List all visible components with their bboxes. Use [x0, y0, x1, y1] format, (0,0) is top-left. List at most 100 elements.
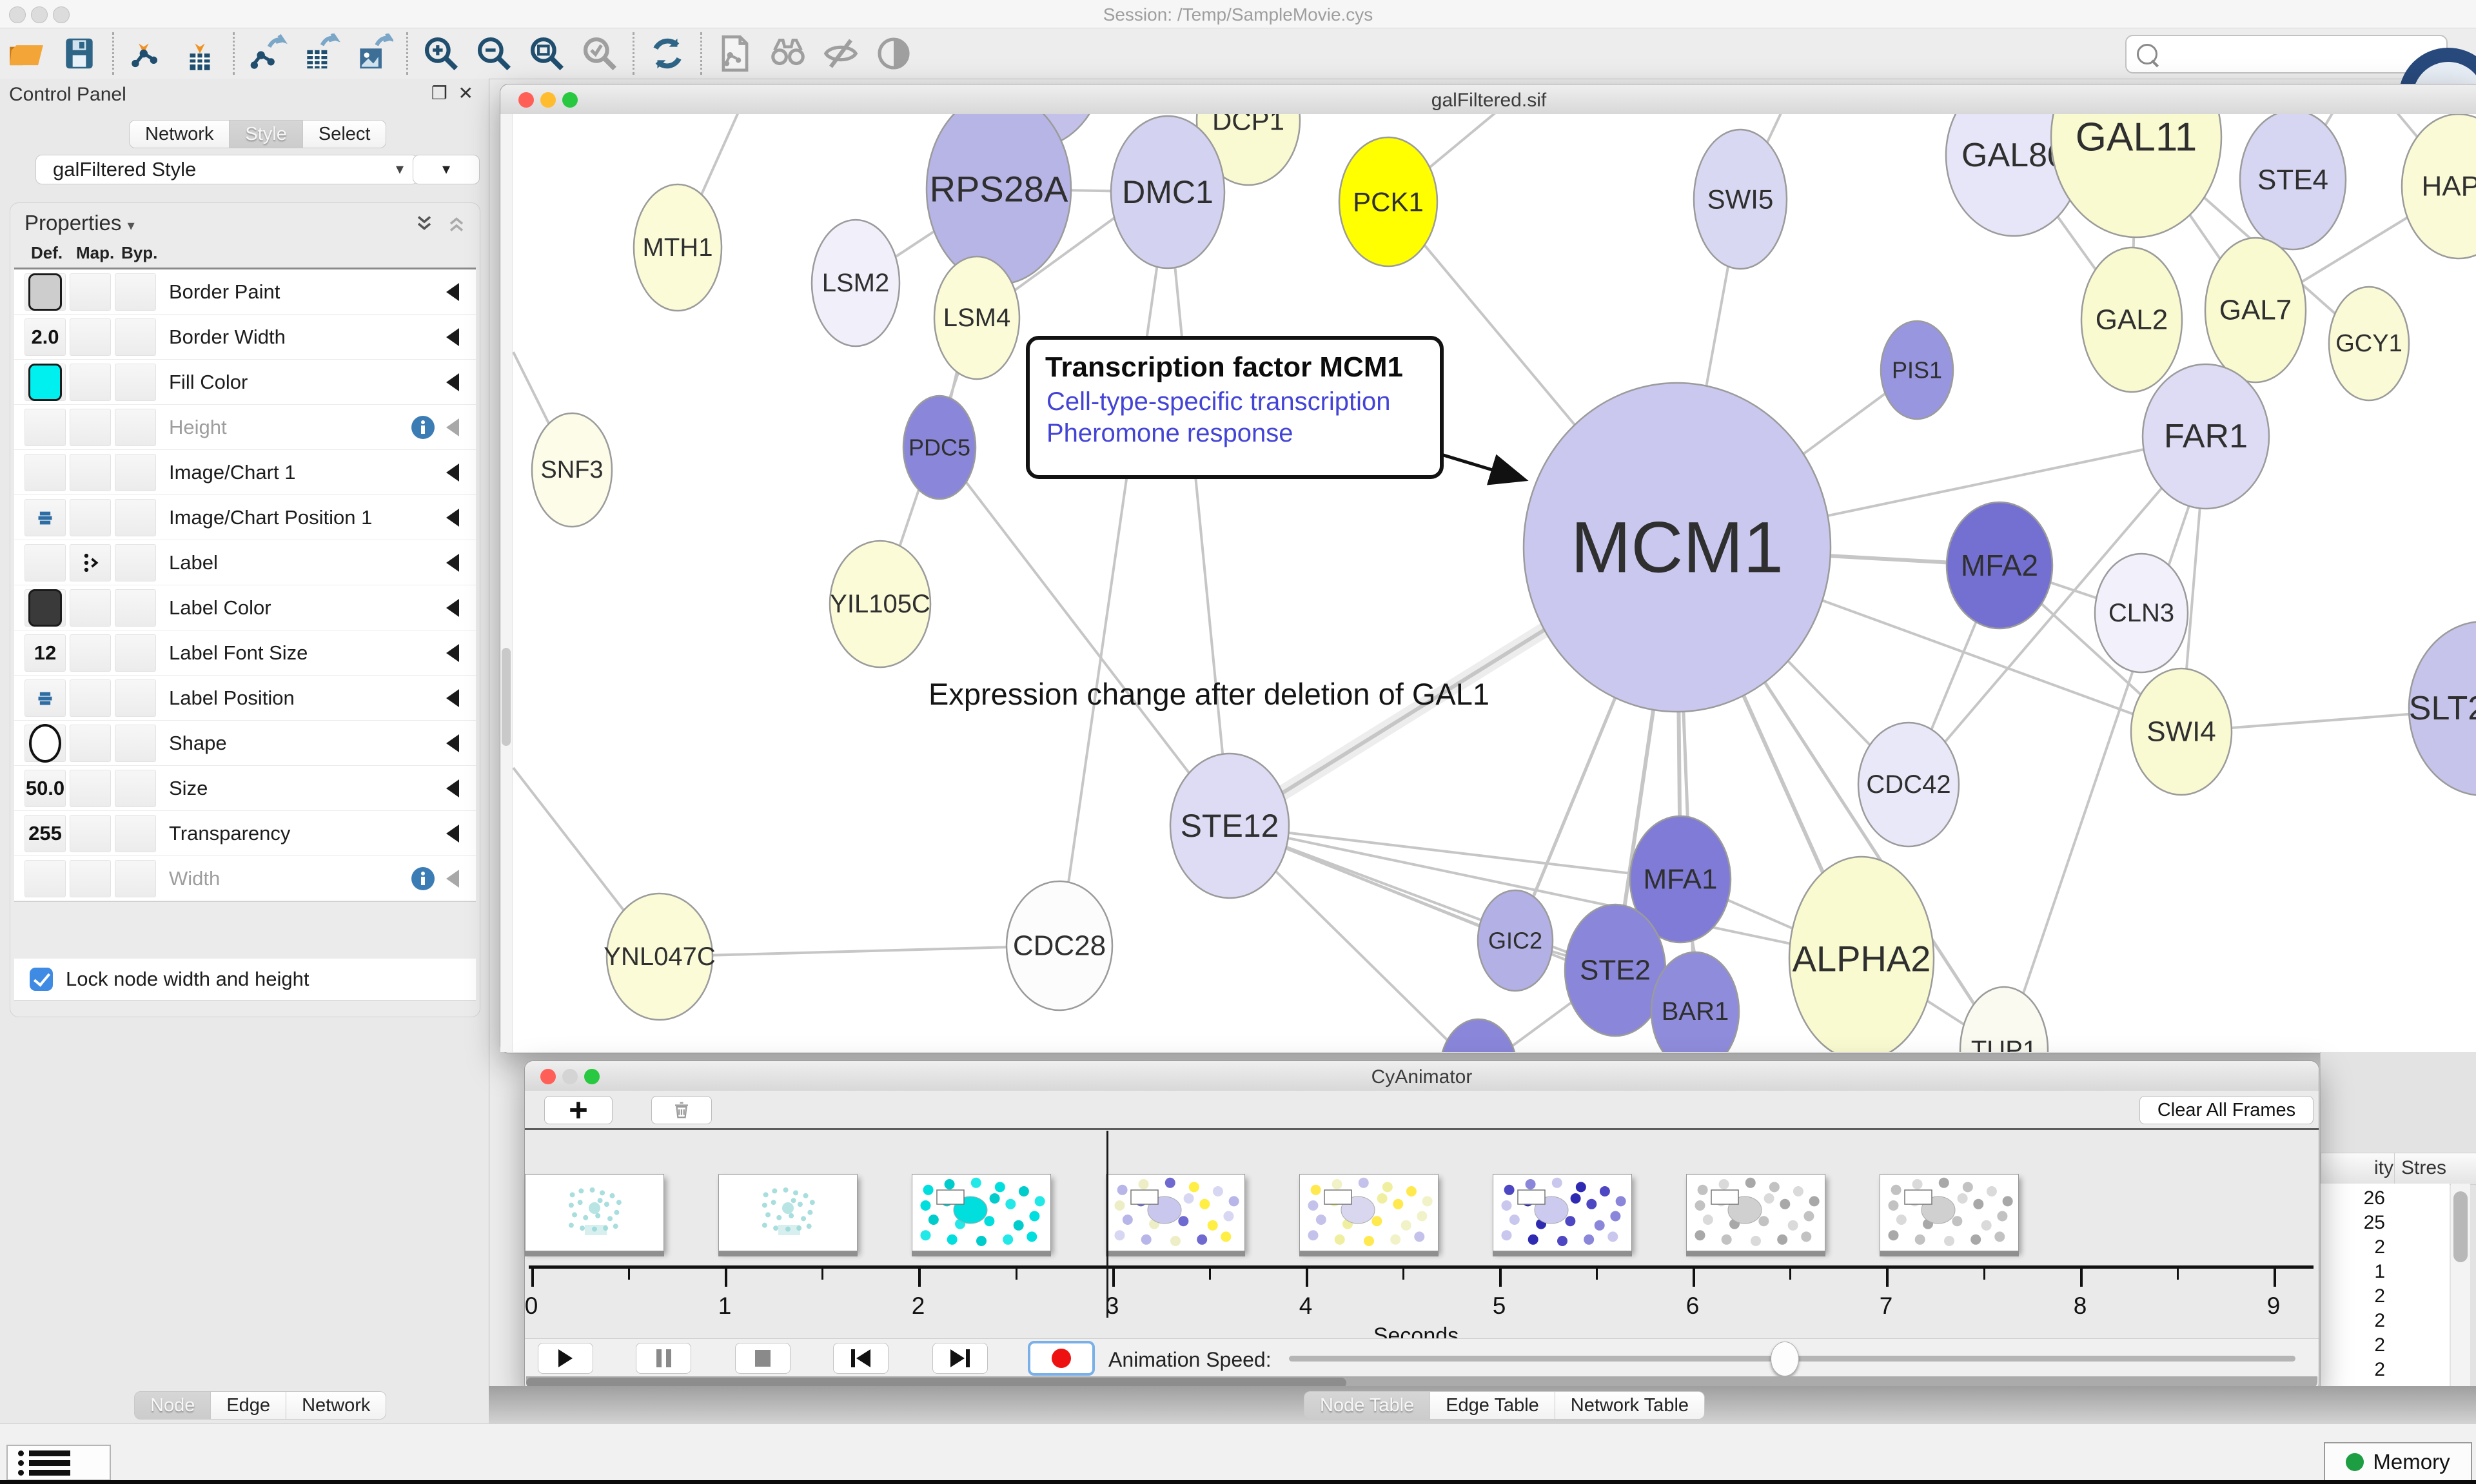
bypass-cell[interactable] [115, 318, 156, 356]
mapping-cell[interactable] [70, 725, 111, 762]
network-node-SWI5[interactable]: SWI5 [1694, 130, 1787, 269]
network-node-SLT2[interactable]: SLT2 [2409, 621, 2476, 796]
animation-frame-2[interactable] [912, 1174, 1051, 1251]
clear-all-frames-button[interactable]: Clear All Frames [2139, 1096, 2314, 1124]
annotation-link[interactable]: Cell-type-specific transcription [1046, 387, 1427, 416]
property-row-label-font-size[interactable]: 12Label Font Size [14, 630, 476, 676]
network-node-CDC42[interactable]: CDC42 [1858, 723, 1959, 846]
network-node-LSM4[interactable]: LSM4 [934, 257, 1019, 379]
collapse-all-icon[interactable] [445, 212, 468, 235]
mapping-cell[interactable] [70, 634, 111, 672]
network-node-NODE_B[interactable] [1440, 1019, 1517, 1052]
mapping-cell[interactable] [70, 860, 111, 897]
expand-row-icon[interactable] [446, 689, 459, 707]
expand-row-icon[interactable] [446, 418, 459, 436]
import-network-icon[interactable] [121, 32, 173, 75]
mapping-cell[interactable] [70, 499, 111, 536]
search-box[interactable] [2125, 35, 2448, 73]
tab-style[interactable]: Style [230, 120, 302, 148]
export-table-icon[interactable] [294, 32, 347, 75]
property-row-size[interactable]: 50.0Size [14, 766, 476, 811]
search-input[interactable] [2166, 43, 2437, 66]
memory-button[interactable]: Memory [2324, 1442, 2472, 1482]
import-table-icon[interactable] [173, 32, 226, 75]
delete-frame-button[interactable] [651, 1096, 712, 1124]
bypass-cell[interactable] [115, 499, 156, 536]
expand-row-icon[interactable] [446, 509, 459, 527]
tab-network-table[interactable]: Network Table [1555, 1391, 1705, 1420]
cyanimator-titlebar[interactable]: CyAnimator [525, 1061, 2319, 1091]
network-node-STE12[interactable]: STE12 [1170, 754, 1289, 898]
expand-row-icon[interactable] [446, 554, 459, 572]
timeline-playhead[interactable] [1106, 1131, 1108, 1318]
default-value-cell[interactable] [25, 860, 66, 897]
network-node-LSM2[interactable]: LSM2 [812, 220, 899, 346]
column-map[interactable]: Map. [76, 243, 114, 263]
bypass-cell[interactable] [115, 454, 156, 491]
network-node-HAP2[interactable]: HAP2 [2402, 114, 2476, 259]
expand-all-icon[interactable] [413, 212, 436, 235]
expand-row-icon[interactable] [446, 373, 459, 391]
animation-frame-1[interactable] [718, 1174, 858, 1251]
network-node-GCY1[interactable]: GCY1 [2329, 287, 2409, 400]
table-cell-value[interactable]: 2 [2321, 1236, 2385, 1258]
default-value-cell[interactable] [25, 589, 66, 627]
open-session-icon[interactable] [0, 32, 53, 75]
property-row-transparency[interactable]: 255Transparency [14, 811, 476, 856]
network-node-PCK1[interactable]: PCK1 [1339, 137, 1437, 266]
export-image-icon[interactable] [347, 32, 400, 75]
step-forward-button[interactable] [932, 1343, 988, 1374]
bypass-cell[interactable] [115, 544, 156, 581]
bypass-cell[interactable] [115, 589, 156, 627]
zoom-in-icon[interactable] [415, 32, 467, 75]
add-frame-button[interactable] [544, 1096, 613, 1124]
property-row-border-width[interactable]: 2.0Border Width [14, 315, 476, 360]
network-node-MFA2[interactable]: MFA2 [1947, 502, 2052, 629]
network-node-CDC28[interactable]: CDC28 [1007, 881, 1112, 1010]
search-network-icon[interactable] [761, 32, 814, 75]
bypass-cell[interactable] [115, 679, 156, 717]
network-node-GIC2[interactable]: GIC2 [1478, 890, 1553, 991]
tab-node-table[interactable]: Node Table [1304, 1391, 1430, 1420]
pause-button[interactable] [636, 1343, 691, 1374]
annotation-link[interactable]: Pheromone response [1046, 419, 1427, 448]
mapping-cell[interactable] [70, 318, 111, 356]
network-node-RPS28A[interactable]: RPS28A [927, 114, 1071, 284]
expand-row-icon[interactable] [446, 734, 459, 752]
column-def[interactable]: Def. [31, 243, 63, 263]
default-value-cell[interactable] [25, 454, 66, 491]
annotation-box[interactable]: Transcription factor MCM1 Cell-type-spec… [1026, 336, 1444, 479]
info-icon[interactable] [411, 416, 435, 439]
network-node-SNF3[interactable]: SNF3 [532, 413, 612, 527]
table-scrollbar[interactable] [2451, 1184, 2470, 1387]
network-node-GAL11[interactable]: GAL11 [2051, 114, 2221, 237]
mapping-cell[interactable] [70, 589, 111, 627]
record-button[interactable] [1028, 1341, 1095, 1376]
zoom-out-icon[interactable] [467, 32, 520, 75]
default-value-cell[interactable] [25, 273, 66, 311]
panel-float-icon[interactable]: ❐ [431, 83, 447, 104]
property-row-height[interactable]: Height [14, 405, 476, 450]
table-column-header[interactable]: Stres [2394, 1153, 2476, 1185]
network-node-GAL2[interactable]: GAL2 [2081, 248, 2182, 392]
table-column-header[interactable]: ity [2321, 1153, 2399, 1185]
property-row-image-chart-1[interactable]: Image/Chart 1 [14, 450, 476, 495]
default-value-cell[interactable]: 255 [25, 815, 66, 852]
expand-row-icon[interactable] [446, 779, 459, 797]
bypass-cell[interactable] [115, 634, 156, 672]
tab-edge-table[interactable]: Edge Table [1430, 1391, 1555, 1420]
export-network-icon[interactable] [241, 32, 294, 75]
properties-header[interactable]: Properties [25, 211, 121, 235]
animation-frame-0[interactable] [525, 1174, 664, 1251]
network-node-DMC1[interactable]: DMC1 [1111, 116, 1224, 268]
mapping-cell[interactable] [70, 815, 111, 852]
default-value-cell[interactable] [25, 364, 66, 401]
property-row-image-chart-position-1[interactable]: Image/Chart Position 1 [14, 495, 476, 540]
network-node-MTH1[interactable]: MTH1 [634, 184, 722, 311]
mapping-cell[interactable] [70, 273, 111, 311]
network-node-TUP1[interactable]: TUP1 [1960, 987, 2048, 1052]
scrollbar-thumb[interactable] [502, 648, 511, 746]
property-row-label-position[interactable]: Label Position [14, 676, 476, 721]
animation-frame-4[interactable] [1299, 1174, 1439, 1251]
animation-frame-5[interactable] [1493, 1174, 1632, 1251]
